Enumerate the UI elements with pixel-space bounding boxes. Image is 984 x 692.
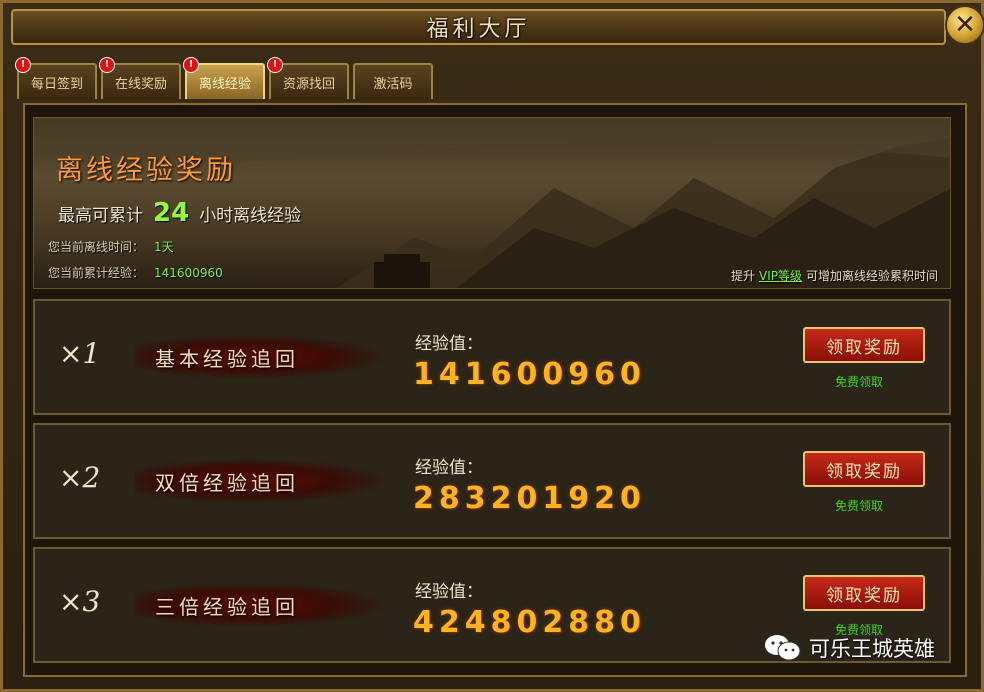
tab-label: 在线奖励: [114, 76, 167, 92]
exp-label: 经验值：: [415, 458, 483, 478]
accum-exp-value: 141600960: [154, 266, 223, 280]
tab-offline-exp[interactable]: ! 离线经验: [183, 57, 265, 99]
claim-reward-button[interactable]: 领取奖励: [803, 575, 925, 611]
recovery-title: 三倍经验追回: [155, 595, 299, 619]
tab-label: 资源找回: [282, 76, 335, 92]
free-claim-note: 免费领取: [835, 375, 884, 389]
exp-label: 经验值：: [415, 582, 483, 602]
exp-value: 283201920: [413, 481, 646, 516]
accum-exp-info: 您当前累计经验： 141600960: [48, 264, 223, 281]
alert-badge-icon: !: [267, 57, 283, 73]
accum-suffix: 小时离线经验: [199, 206, 302, 226]
accum-prefix: 最高可累计: [58, 206, 143, 226]
vip-level-link[interactable]: VIP等级: [759, 269, 802, 283]
alert-badge-icon: !: [183, 57, 199, 73]
close-button[interactable]: ✕: [945, 5, 984, 45]
offline-time-info: 您当前离线时间： 1天: [48, 238, 174, 255]
tab-daily-signin[interactable]: ! 每日签到: [15, 57, 97, 99]
accum-exp-label: 您当前累计经验：: [48, 266, 145, 280]
banner-heading: 离线经验奖励: [56, 155, 236, 186]
exp-label: 经验值：: [415, 334, 483, 354]
accumulation-info: 最高可累计 24 小时离线经验: [58, 198, 301, 228]
vip-note: 提升 VIP等级 可增加离线经验累积时间: [731, 267, 938, 284]
accum-hours: 24: [153, 198, 190, 228]
title-bar: 福利大厅: [11, 9, 946, 45]
offline-time-label: 您当前离线时间：: [48, 240, 145, 254]
claim-reward-button[interactable]: 领取奖励: [803, 327, 925, 363]
recovery-row-basic: ×1 基本经验追回 经验值： 141600960 领取奖励 免费领取: [33, 299, 951, 415]
tab-resource-recovery[interactable]: ! 资源找回: [267, 57, 349, 99]
watermark-text: 可乐王城英雄: [809, 637, 935, 661]
watermark: 可乐王城英雄: [763, 633, 935, 663]
multiplier-label: ×1: [59, 337, 101, 370]
offline-time-value: 1天: [154, 240, 174, 254]
recovery-row-double: ×2 双倍经验追回 经验值： 283201920 领取奖励 免费领取: [33, 423, 951, 539]
tab-online-reward[interactable]: ! 在线奖励: [99, 57, 181, 99]
vip-prefix: 提升: [730, 269, 755, 283]
tab-label: 离线经验: [198, 76, 251, 92]
claim-reward-button[interactable]: 领取奖励: [803, 451, 925, 487]
exp-value: 141600960: [413, 357, 646, 392]
multiplier-label: ×3: [59, 585, 101, 618]
vip-suffix: 可增加离线经验累积时间: [805, 269, 938, 283]
close-icon: ✕: [954, 10, 976, 40]
tab-activation-code[interactable]: 激活码: [353, 63, 433, 99]
window-title: 福利大厅: [426, 17, 531, 42]
multiplier-label: ×2: [59, 461, 101, 494]
offline-exp-banner: 离线经验奖励 最高可累计 24 小时离线经验 您当前离线时间： 1天 您当前累计经验：…: [33, 117, 951, 289]
tab-label: 激活码: [373, 76, 413, 92]
free-claim-note: 免费领取: [835, 499, 884, 513]
recovery-title: 双倍经验追回: [155, 471, 299, 495]
welfare-hall-window: 福利大厅 ✕ ! 每日签到 ! 在线奖励 ! 离线经验 ! 资源找回 激活码 离…: [0, 0, 984, 692]
alert-badge-icon: !: [15, 57, 31, 73]
tab-label: 每日签到: [30, 76, 83, 92]
exp-value: 424802880: [413, 605, 646, 640]
alert-badge-icon: !: [99, 57, 115, 73]
wechat-icon: [765, 635, 801, 661]
recovery-title: 基本经验追回: [155, 347, 299, 371]
